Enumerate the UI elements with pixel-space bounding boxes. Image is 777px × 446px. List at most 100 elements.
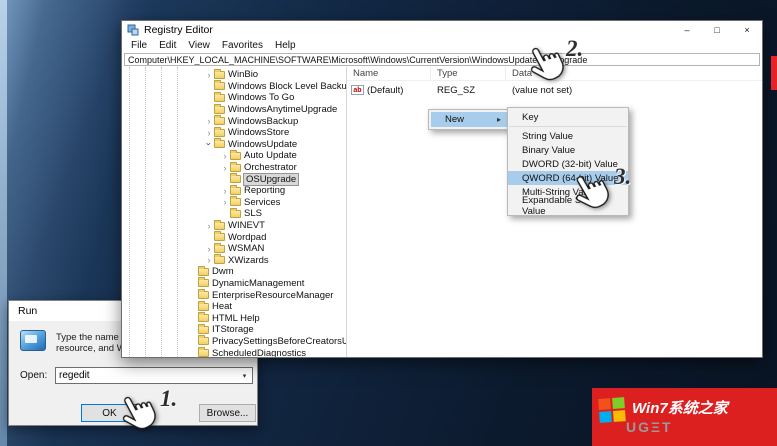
tree-item-windowsupdate[interactable]: ›WindowsUpdate [122, 139, 346, 151]
folder-icon [214, 233, 225, 241]
tree-item-label: Reporting [244, 185, 285, 196]
folder-icon [214, 106, 225, 114]
tree-item[interactable]: Dwm [122, 266, 346, 278]
menu-edit[interactable]: Edit [153, 40, 182, 51]
maximize-button[interactable]: □ [702, 21, 732, 39]
tree-item[interactable]: › Orchestrator [122, 162, 346, 174]
chevron-right-icon[interactable]: › [220, 151, 230, 161]
tree-item-label: Orchestrator [244, 162, 297, 173]
tree-item[interactable]: Wordpad [122, 231, 346, 243]
menu-item-new-label: New [445, 114, 464, 125]
address-bar[interactable]: Computer\HKEY_LOCAL_MACHINE\SOFTWARE\Mic… [124, 53, 760, 66]
tree-item[interactable]: › Auto Update [122, 150, 346, 162]
chevron-right-icon[interactable]: › [204, 70, 214, 80]
tree-item-label: Auto Update [244, 150, 297, 161]
tree-item[interactable]: ›XWizards [122, 255, 346, 267]
browse-button[interactable]: Browse... [199, 404, 256, 422]
folder-icon [230, 152, 241, 160]
menu-help[interactable]: Help [269, 40, 302, 51]
tree-item-label: HTML Help [212, 313, 260, 324]
desktop: Run Type the name of a p resource, and W… [0, 0, 777, 446]
menu-file[interactable]: File [125, 40, 153, 51]
value-type: REG_SZ [431, 85, 506, 96]
menu-item-dword-value[interactable]: DWORD (32-bit) Value [508, 157, 628, 171]
string-value-icon: ab [351, 85, 364, 95]
tree-item[interactable]: › WindowsStore [122, 127, 346, 139]
folder-icon [198, 314, 209, 322]
tree-item-label: PrivacySettingsBeforeCreatorsUpdate [212, 336, 347, 347]
tree-item[interactable]: EnterpriseResourceManager [122, 289, 346, 301]
brand-title: Win7系统之家 [632, 397, 728, 418]
tree-item[interactable]: HTML Help [122, 312, 346, 324]
tree-item[interactable]: ›Services [122, 197, 346, 209]
minimize-button[interactable]: – [672, 21, 702, 39]
tree-item[interactable]: PrivacySettingsBeforeCreatorsUpdate [122, 336, 346, 348]
chevron-right-icon[interactable]: › [220, 163, 230, 173]
red-edge-decoration [771, 56, 777, 90]
tree-item-label: Windows Block Level Backup [228, 81, 347, 92]
folder-icon [230, 187, 241, 195]
tree-item[interactable]: ›WINEVT [122, 220, 346, 232]
tree-item-label: WindowsAnytimeUpgrade [228, 104, 337, 115]
chevron-right-icon[interactable]: › [204, 116, 214, 126]
open-combobox[interactable]: ▾ [55, 367, 253, 384]
menu-item-new[interactable]: New ▸ [431, 112, 508, 127]
tree-item[interactable]: › WinBio [122, 69, 346, 81]
column-name[interactable]: Name [347, 67, 431, 80]
open-input[interactable] [56, 370, 237, 381]
combobox-dropdown-icon[interactable]: ▾ [237, 368, 252, 383]
menu-favorites[interactable]: Favorites [216, 40, 269, 51]
menu-view[interactable]: View [182, 40, 216, 51]
tree-item[interactable]: Windows To Go [122, 92, 346, 104]
menu-item-binary-value[interactable]: Binary Value [508, 143, 628, 157]
registry-editor-window: Registry Editor – □ × File Edit View Fav… [121, 20, 763, 358]
wallpaper-light-beam [0, 0, 7, 446]
tree-item[interactable]: WindowsAnytimeUpgrade [122, 104, 346, 116]
tree-item[interactable]: Heat [122, 301, 346, 313]
tree-item-label: OSUpgrade [244, 174, 298, 185]
title-bar[interactable]: Registry Editor – □ × [122, 21, 762, 39]
folder-icon [198, 326, 209, 334]
folder-icon [198, 291, 209, 299]
tree-item[interactable]: Windows Block Level Backup [122, 81, 346, 93]
folder-icon [214, 222, 225, 230]
menu-bar: File Edit View Favorites Help [122, 39, 762, 52]
tree-item-label: WindowsStore [228, 127, 289, 138]
tree-item[interactable]: › WindowsBackup [122, 115, 346, 127]
step-number-1: 1. [160, 386, 177, 412]
tree-item-label: WindowsBackup [228, 116, 298, 127]
step-number-3: 3. [614, 164, 631, 190]
tree-item-label: Windows To Go [228, 92, 294, 103]
folder-icon [230, 198, 241, 206]
chevron-right-icon[interactable]: › [204, 221, 214, 231]
tree-item[interactable]: ›WSMAN [122, 243, 346, 255]
tree-item[interactable]: DynamicManagement [122, 278, 346, 290]
folder-icon [214, 256, 225, 264]
chevron-right-icon[interactable]: › [220, 186, 230, 196]
menu-item-string-value[interactable]: String Value [508, 129, 628, 143]
close-button[interactable]: × [732, 21, 762, 39]
tree-item-label: EnterpriseResourceManager [212, 290, 333, 301]
context-menu: New ▸ [428, 109, 511, 130]
chevron-right-icon[interactable]: › [204, 128, 214, 138]
chevron-expanded-icon[interactable]: › [204, 139, 214, 149]
tree-item[interactable]: ITStorage [122, 324, 346, 336]
tree-item-osupgrade[interactable]: OSUpgrade [122, 173, 346, 185]
registry-tree: › WinBio Windows Block Level Backup Windo… [122, 67, 347, 357]
tree-item[interactable]: ScheduledDiagnostics [122, 347, 346, 357]
menu-item-key[interactable]: Key [508, 110, 628, 124]
chevron-right-icon[interactable]: › [204, 244, 214, 254]
value-name: (Default) [367, 85, 403, 96]
folder-icon [230, 164, 241, 172]
value-row-default[interactable]: ab (Default) REG_SZ (value not set) [347, 83, 762, 97]
registry-icon [127, 24, 139, 36]
tree-item[interactable]: › Reporting [122, 185, 346, 197]
chevron-right-icon[interactable]: › [220, 197, 230, 207]
tree-item[interactable]: SLS [122, 208, 346, 220]
chevron-right-icon[interactable]: › [204, 255, 214, 265]
watermark: Win7系统之家 UGΞT [592, 388, 777, 446]
column-type[interactable]: Type [431, 67, 506, 80]
tree-item-label: WinBio [228, 69, 258, 80]
folder-icon [198, 337, 209, 345]
folder-icon [214, 117, 225, 125]
